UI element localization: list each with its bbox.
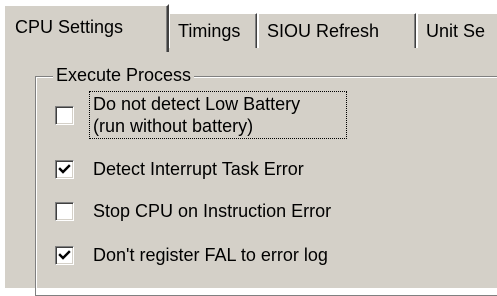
option-label: Do not detect Low Battery	[93, 94, 301, 114]
tab-strip: CPU Settings Timings SIOU Refresh Unit S…	[0, 0, 497, 52]
stop-cpu-on-instruction-error-checkbox[interactable]	[55, 202, 74, 221]
detect-interrupt-task-error-checkbox[interactable]	[55, 160, 74, 179]
tab-unit-settings[interactable]: Unit Se	[416, 12, 497, 48]
checkmark-icon	[58, 164, 71, 174]
do-not-detect-low-battery-checkbox[interactable]	[55, 106, 74, 125]
dont-register-fal-checkbox[interactable]	[55, 246, 74, 265]
tab-timings[interactable]: Timings	[168, 12, 258, 48]
tab-page-cpu-settings: Execute Process Do not detect Low Batter…	[3, 48, 497, 296]
option-label-secondary: (run without battery)	[93, 116, 254, 136]
checkmark-icon	[58, 250, 71, 260]
option-label: Stop CPU on Instruction Error	[93, 201, 332, 221]
groupbox-title: Execute Process	[53, 64, 195, 86]
tab-siou-refresh[interactable]: SIOU Refresh	[257, 12, 417, 48]
tab-cpu-settings[interactable]: CPU Settings	[3, 4, 169, 52]
option-label: Detect Interrupt Task Error	[93, 159, 304, 179]
option-label: Don't register FAL to error log	[93, 245, 328, 265]
